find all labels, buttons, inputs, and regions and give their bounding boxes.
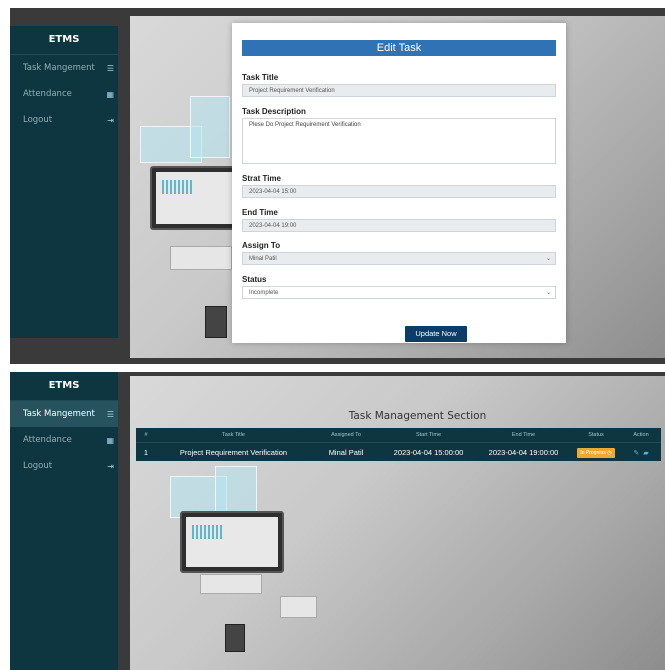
status-select[interactable]: Incomplete ⌄	[242, 286, 556, 299]
row-number: 1	[143, 447, 149, 457]
column-header: Status	[588, 432, 604, 438]
brand-logo: ETMS	[10, 372, 118, 401]
monitor-illustration	[180, 511, 284, 573]
tablet-illustration	[280, 596, 317, 618]
update-now-button[interactable]: Update Now	[405, 326, 467, 342]
chevron-down-icon: ⌄	[545, 256, 551, 262]
calendar-icon: ▦	[106, 435, 114, 445]
sidebar-item-task-management[interactable]: Task Mangement ☰	[10, 401, 118, 427]
sidebar-item-label: Task Mangement	[23, 63, 95, 73]
column-header: Task Title	[222, 432, 245, 438]
table-header: # Task Title Assigned To Start Time End …	[136, 428, 661, 442]
column-header: Action	[633, 432, 649, 438]
edit-icon[interactable]: ✎	[633, 450, 639, 457]
task-description-textarea[interactable]: Plese Do Project Requirement Verificatio…	[242, 118, 556, 164]
hologram-panel	[215, 466, 257, 513]
list-icon: ☰	[106, 409, 114, 419]
monitor-illustration	[150, 166, 244, 230]
sidebar-item-label: Task Mangement	[23, 409, 95, 419]
keyboard-illustration	[170, 246, 232, 270]
task-list-screenshot: ETMS Task Mangement ☰ Attendance ▦ Logou…	[10, 372, 665, 670]
clock-icon: ◷	[607, 449, 612, 456]
folder-icon[interactable]: ▰	[643, 450, 648, 457]
start-time-cell: 2023-04-04 15:00:00	[393, 447, 464, 457]
assign-to-value: Minal Patil	[249, 256, 277, 262]
task-table: # Task Title Assigned To Start Time End …	[136, 428, 661, 461]
edit-task-form: Edit Task Task Title Project Requirement…	[232, 23, 566, 343]
list-icon: ☰	[106, 63, 114, 73]
sidebar-item-task-management[interactable]: Task Mangement ☰	[10, 55, 118, 81]
edit-task-screenshot: ETMS Task Mangement ☰ Attendance ▦ Logou…	[10, 8, 665, 364]
sidebar: ETMS Task Mangement ☰ Attendance ▦ Logou…	[10, 26, 118, 338]
task-description-label: Task Description	[242, 107, 306, 116]
sidebar-item-logout[interactable]: Logout ⇥	[10, 107, 118, 133]
sidebar-item-label: Attendance	[23, 89, 72, 99]
assigned-to-cell: Minal Patil	[328, 447, 364, 457]
assign-to-select[interactable]: Minal Patil ⌄	[242, 252, 556, 265]
start-time-input[interactable]: 2023-04-04 15:00	[242, 185, 556, 198]
sidebar-item-label: Logout	[23, 115, 53, 125]
brand-logo: ETMS	[10, 26, 118, 55]
end-time-label: End Time	[242, 208, 278, 217]
section-title: Task Management Section	[348, 410, 487, 422]
calculator-illustration	[225, 624, 245, 652]
table-row: 1 Project Requirement Verification Minal…	[136, 442, 661, 461]
task-title-input[interactable]: Project Requirement Verification	[242, 84, 556, 97]
sidebar-item-label: Attendance	[23, 435, 72, 445]
task-title-cell: Project Requirement Verification	[179, 447, 288, 457]
status-value: Incomplete	[249, 290, 279, 296]
task-title-label: Task Title	[242, 73, 279, 82]
sidebar-item-logout[interactable]: Logout ⇥	[10, 453, 118, 479]
logout-icon: ⇥	[107, 461, 114, 471]
status-badge: In Progress ◷	[577, 447, 615, 458]
sidebar-item-label: Logout	[23, 461, 53, 471]
end-time-input[interactable]: 2023-04-04 19:00	[242, 219, 556, 232]
calendar-icon: ▦	[106, 89, 114, 99]
sidebar: ETMS Task Mangement ☰ Attendance ▦ Logou…	[10, 372, 118, 670]
status-badge-label: In Progress	[580, 449, 606, 456]
form-title: Edit Task	[242, 40, 556, 56]
action-cell: ✎ ▰	[621, 448, 661, 457]
hologram-panel	[190, 96, 230, 158]
sidebar-item-attendance[interactable]: Attendance ▦	[10, 81, 118, 107]
start-time-label: Strat Time	[242, 174, 281, 183]
column-header: End Time	[511, 432, 536, 438]
assign-to-label: Assign To	[242, 241, 281, 250]
column-header: #	[144, 432, 148, 438]
logout-icon: ⇥	[107, 115, 114, 125]
keyboard-illustration	[200, 574, 262, 594]
column-header: Start Time	[415, 432, 442, 438]
chevron-down-icon: ⌄	[545, 290, 551, 296]
end-time-cell: 2023-04-04 19:00:00	[488, 447, 559, 457]
column-header: Assigned To	[331, 432, 361, 438]
status-label: Status	[242, 275, 267, 284]
calculator-illustration	[205, 306, 227, 338]
sidebar-item-attendance[interactable]: Attendance ▦	[10, 427, 118, 453]
status-cell: In Progress ◷	[571, 447, 621, 458]
